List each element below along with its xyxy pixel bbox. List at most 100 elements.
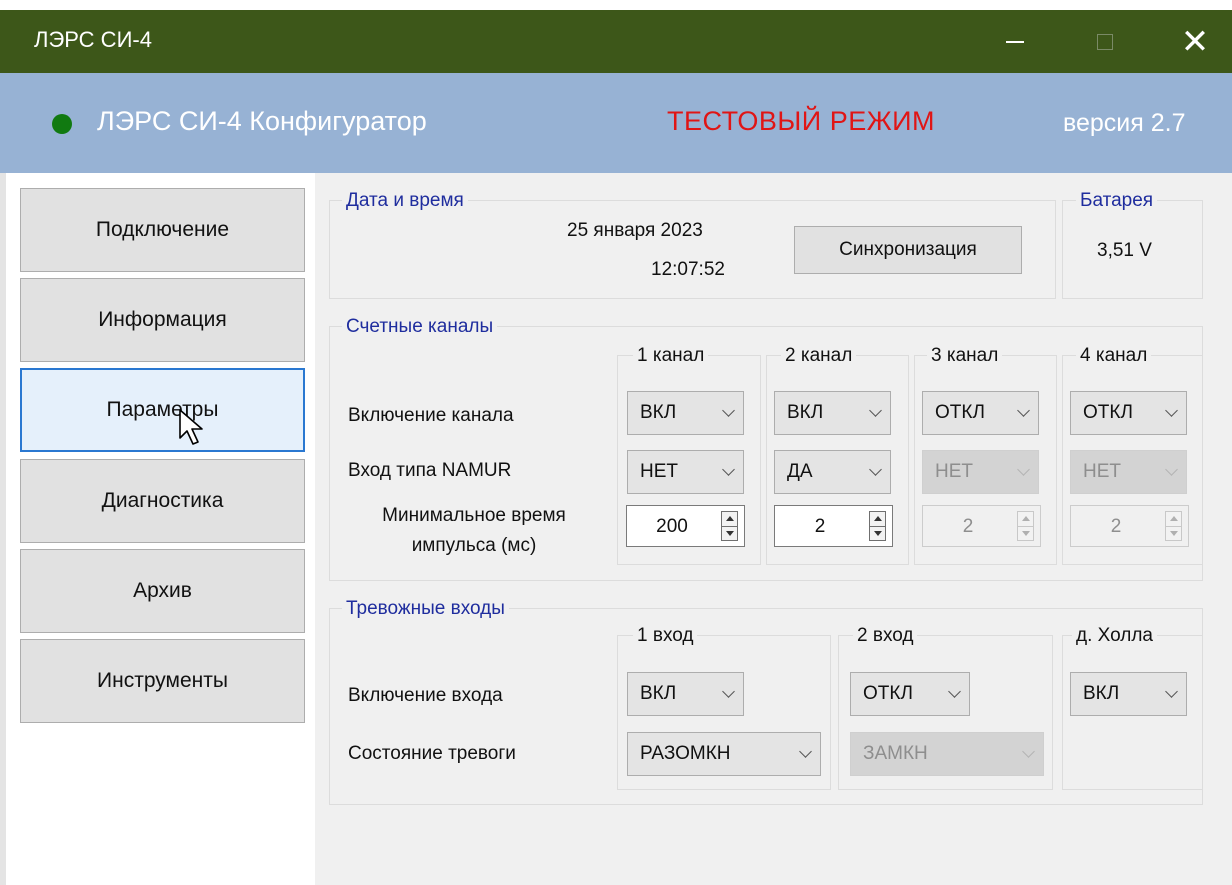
- spinner-arrows-icon[interactable]: [721, 511, 738, 541]
- minimize-button[interactable]: [970, 10, 1060, 73]
- namur-label: Вход типа NAMUR: [348, 460, 512, 481]
- current-time: 12:07:52: [651, 259, 725, 280]
- select-value: ДА: [787, 461, 813, 482]
- alarm-2-enable-select[interactable]: ОТКЛ: [850, 672, 970, 716]
- nav-parameters-button[interactable]: Параметры: [20, 368, 305, 452]
- alarm-1-enable-select[interactable]: ВКЛ: [627, 672, 744, 716]
- alarm-2-title: 2 вход: [853, 625, 918, 647]
- select-value: ВКЛ: [1083, 683, 1120, 704]
- test-mode-label: ТЕСТОВЫЙ РЕЖИМ: [667, 106, 936, 136]
- nav-tools-button[interactable]: Инструменты: [20, 639, 305, 723]
- spinner-value: 2: [814, 516, 826, 537]
- chevron-down-icon: [1165, 404, 1178, 417]
- battery-group-title: Батарея: [1076, 190, 1158, 212]
- channels-group-title: Счетные каналы: [342, 316, 498, 338]
- alarm-1-title: 1 вход: [633, 625, 698, 647]
- channel-2-title: 2 канал: [781, 345, 857, 367]
- channel-1-namur-select[interactable]: НЕТ: [627, 450, 744, 494]
- select-value: РАЗОМКН: [640, 743, 731, 764]
- channel-enable-label: Включение канала: [348, 405, 514, 426]
- select-value: ЗАМКН: [863, 743, 928, 764]
- chevron-down-icon: [722, 685, 735, 698]
- minimize-icon: [1006, 40, 1024, 43]
- spinner-value: 2: [1110, 516, 1122, 537]
- chevron-down-icon: [722, 404, 735, 417]
- chevron-down-icon: [1017, 404, 1030, 417]
- select-value: НЕТ: [640, 461, 678, 482]
- channel-4-namur-select[interactable]: НЕТ: [1070, 450, 1187, 494]
- select-value: НЕТ: [935, 461, 973, 482]
- version-label: версия 2.7: [1063, 109, 1186, 137]
- select-value: ОТКЛ: [863, 683, 913, 704]
- window-title: ЛЭРС СИ-4: [34, 27, 152, 52]
- mouse-cursor-icon: [179, 409, 203, 445]
- chevron-down-icon: [799, 745, 812, 758]
- chevron-down-icon: [869, 404, 882, 417]
- select-value: НЕТ: [1083, 461, 1121, 482]
- channel-1-title: 1 канал: [633, 345, 709, 367]
- channel-3-title: 3 канал: [927, 345, 1003, 367]
- current-date: 25 января 2023: [567, 220, 703, 241]
- close-icon: ✕: [1180, 22, 1210, 61]
- nav-connection-button[interactable]: Подключение: [20, 188, 305, 272]
- spinner-arrows-icon[interactable]: [1165, 511, 1182, 541]
- parameters-panel: Дата и время 25 января 2023 12:07:52 Син…: [315, 173, 1232, 885]
- chevron-down-icon: [1022, 745, 1035, 758]
- alarms-group-title: Тревожные входы: [342, 598, 509, 620]
- input-enable-label: Включение входа: [348, 685, 503, 706]
- nav-diagnostics-button[interactable]: Диагностика: [20, 459, 305, 543]
- alarm-1-state-select[interactable]: РАЗОМКН: [627, 732, 821, 776]
- alarm-2-state-select[interactable]: ЗАМКН: [850, 732, 1044, 776]
- app-header: ЛЭРС СИ-4 Конфигуратор ТЕСТОВЫЙ РЕЖИМ ве…: [0, 73, 1232, 173]
- channel-4-min-time-spinner[interactable]: 2: [1070, 505, 1189, 547]
- spinner-value: 200: [656, 516, 688, 537]
- nav-label: Архив: [133, 579, 192, 602]
- channel-3-min-time-spinner[interactable]: 2: [922, 505, 1041, 547]
- select-value: ВКЛ: [640, 402, 677, 423]
- chevron-down-icon: [1017, 463, 1030, 476]
- nav-information-button[interactable]: Информация: [20, 278, 305, 362]
- title-bar: ЛЭРС СИ-4 ✕: [0, 0, 1232, 73]
- select-value: ВКЛ: [787, 402, 824, 423]
- alarm-state-label: Состояние тревоги: [348, 743, 516, 764]
- min-pulse-label-line1: Минимальное время: [382, 505, 566, 526]
- chevron-down-icon: [869, 463, 882, 476]
- channel-3-namur-select[interactable]: НЕТ: [922, 450, 1039, 494]
- spinner-arrows-icon[interactable]: [869, 511, 886, 541]
- maximize-icon: [1097, 33, 1113, 50]
- nav-label: Информация: [98, 308, 227, 331]
- close-button[interactable]: ✕: [1150, 10, 1232, 73]
- channel-1-enable-select[interactable]: ВКЛ: [627, 391, 744, 435]
- select-value: ОТКЛ: [935, 402, 985, 423]
- channel-4-enable-select[interactable]: ОТКЛ: [1070, 391, 1187, 435]
- nav-label: Инструменты: [97, 669, 228, 692]
- status-led-icon: [52, 114, 72, 134]
- channel-1-min-time-spinner[interactable]: 200: [626, 505, 745, 547]
- maximize-button[interactable]: [1060, 10, 1150, 73]
- chevron-down-icon: [1165, 685, 1178, 698]
- channel-4-title: 4 канал: [1076, 345, 1152, 367]
- nav-archive-button[interactable]: Архив: [20, 549, 305, 633]
- channel-2-namur-select[interactable]: ДА: [774, 450, 891, 494]
- nav-label: Диагностика: [101, 489, 224, 512]
- datetime-group-title: Дата и время: [342, 190, 468, 212]
- chevron-down-icon: [948, 685, 961, 698]
- channel-2-enable-select[interactable]: ВКЛ: [774, 391, 891, 435]
- chevron-down-icon: [1165, 463, 1178, 476]
- sync-button-label: Синхронизация: [839, 239, 977, 260]
- battery-voltage: 3,51 V: [1097, 240, 1152, 261]
- app-name: ЛЭРС СИ-4 Конфигуратор: [97, 106, 427, 136]
- select-value: ОТКЛ: [1083, 402, 1133, 423]
- channel-3-enable-select[interactable]: ОТКЛ: [922, 391, 1039, 435]
- channel-2-min-time-spinner[interactable]: 2: [774, 505, 893, 547]
- hall-sensor-title: д. Холла: [1072, 625, 1157, 647]
- spinner-value: 2: [962, 516, 974, 537]
- min-pulse-label-line2: импульса (мс): [411, 535, 537, 556]
- spinner-arrows-icon[interactable]: [1017, 511, 1034, 541]
- hall-sensor-enable-select[interactable]: ВКЛ: [1070, 672, 1187, 716]
- sync-button[interactable]: Синхронизация: [794, 226, 1022, 274]
- nav-label: Подключение: [95, 218, 230, 241]
- sidebar: Подключение Информация Параметры Диагнос…: [0, 173, 315, 885]
- chevron-down-icon: [722, 463, 735, 476]
- app-window: ЛЭРС СИ-4 ✕ ЛЭРС СИ-4 Конфигуратор ТЕСТО…: [0, 0, 1232, 885]
